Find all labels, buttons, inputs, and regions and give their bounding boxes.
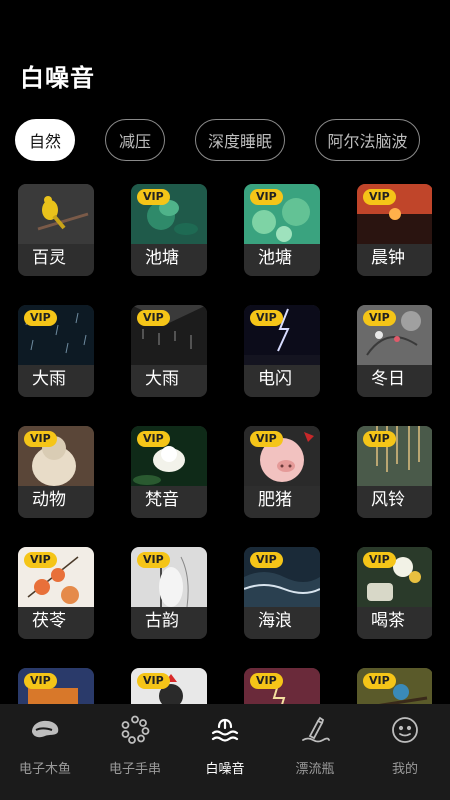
vip-badge: VIP xyxy=(363,673,396,689)
vip-badge: VIP xyxy=(24,552,57,568)
vip-badge: VIP xyxy=(24,310,57,326)
vip-badge: VIP xyxy=(137,310,170,326)
wave-sound-icon xyxy=(209,714,241,746)
sound-thumbnail xyxy=(18,184,94,244)
sound-card[interactable]: VIP 肥猪 xyxy=(244,426,320,518)
sound-card[interactable]: VIP 大雨 xyxy=(131,305,207,397)
tab-drift-bottle[interactable]: 漂流瓶 xyxy=(270,704,360,800)
chip-nature[interactable]: 自然 xyxy=(15,119,75,161)
chip-deep-sleep[interactable]: 深度睡眠 xyxy=(195,119,285,161)
sound-label: 风铃 xyxy=(371,490,405,510)
sound-card[interactable]: VIP 池塘 xyxy=(131,184,207,276)
sound-card[interactable]: VIP xyxy=(18,668,94,704)
page-title: 白噪音 xyxy=(20,64,95,92)
sound-label: 池塘 xyxy=(145,248,179,268)
sound-card[interactable]: VIP 晨钟 xyxy=(357,184,432,276)
sound-label: 喝茶 xyxy=(371,611,405,631)
tab-wooden-fish[interactable]: 电子木鱼 xyxy=(0,704,90,800)
tab-profile[interactable]: 我的 xyxy=(360,704,450,800)
vip-badge: VIP xyxy=(24,431,57,447)
sound-label: 大雨 xyxy=(145,369,179,389)
vip-badge: VIP xyxy=(250,431,283,447)
wooden-fish-icon xyxy=(29,714,61,746)
sound-card[interactable]: VIP 海浪 xyxy=(244,547,320,639)
tab-bead-bracelet[interactable]: 电子手串 xyxy=(90,704,180,800)
vip-badge: VIP xyxy=(137,431,170,447)
sound-label: 电闪 xyxy=(258,369,292,389)
bead-bracelet-icon xyxy=(119,714,151,746)
tab-white-noise[interactable]: 白噪音 xyxy=(180,704,270,800)
vip-badge: VIP xyxy=(137,673,170,689)
sound-grid: 百灵 VIP 池塘 VIP 池塘 VIP 晨钟 VIP 大雨 VIP 大雨 VIP 电闪 VIP 冬日 VIP… xyxy=(18,184,432,704)
vip-badge: VIP xyxy=(363,189,396,205)
vip-badge: VIP xyxy=(24,673,57,689)
sound-card[interactable]: VIP 动物 xyxy=(18,426,94,518)
vip-badge: VIP xyxy=(250,310,283,326)
sound-card[interactable]: VIP xyxy=(357,668,432,704)
sound-label: 冬日 xyxy=(371,369,405,389)
sound-label: 动物 xyxy=(32,490,66,510)
vip-badge: VIP xyxy=(250,189,283,205)
sound-card[interactable]: VIP 古韵 xyxy=(131,547,207,639)
tab-label: 我的 xyxy=(391,762,418,777)
sound-card[interactable]: VIP 电闪 xyxy=(244,305,320,397)
sound-card[interactable]: VIP 池塘 xyxy=(244,184,320,276)
sound-label: 池塘 xyxy=(258,248,292,268)
sound-card[interactable]: VIP 喝茶 xyxy=(357,547,432,639)
tab-label: 漂流瓶 xyxy=(295,762,335,777)
sound-label: 百灵 xyxy=(32,248,66,268)
drift-bottle-icon xyxy=(299,714,331,746)
sound-card[interactable]: VIP 冬日 xyxy=(357,305,432,397)
sound-label: 海浪 xyxy=(258,611,292,631)
category-chips: 自然 减压 深度睡眠 阿尔法脑波 xyxy=(15,119,420,161)
sound-label: 大雨 xyxy=(32,369,66,389)
sound-card[interactable]: VIP 梵音 xyxy=(131,426,207,518)
sound-label: 晨钟 xyxy=(371,248,405,268)
vip-badge: VIP xyxy=(363,310,396,326)
sound-card[interactable]: VIP xyxy=(131,668,207,704)
chip-relax[interactable]: 减压 xyxy=(105,119,165,161)
vip-badge: VIP xyxy=(363,552,396,568)
tab-label: 电子木鱼 xyxy=(18,762,71,777)
sound-label: 肥猪 xyxy=(258,490,292,510)
bottom-tab-bar: 电子木鱼 电子手串 白噪音 漂流瓶 我的 xyxy=(0,704,450,800)
vip-badge: VIP xyxy=(250,552,283,568)
sound-card[interactable]: VIP 风铃 xyxy=(357,426,432,518)
chip-alpha-waves[interactable]: 阿尔法脑波 xyxy=(315,119,420,161)
sound-label: 梵音 xyxy=(145,490,179,510)
sound-card[interactable]: 百灵 xyxy=(18,184,94,276)
sound-label: 古韵 xyxy=(145,611,179,631)
sound-card[interactable]: VIP xyxy=(244,668,320,704)
vip-badge: VIP xyxy=(137,189,170,205)
sound-card[interactable]: VIP 茯苓 xyxy=(18,547,94,639)
vip-badge: VIP xyxy=(250,673,283,689)
smiley-face-icon xyxy=(389,714,421,746)
tab-label: 电子手串 xyxy=(108,762,161,777)
vip-badge: VIP xyxy=(363,431,396,447)
tab-label: 白噪音 xyxy=(205,762,245,777)
vip-badge: VIP xyxy=(137,552,170,568)
sound-label: 茯苓 xyxy=(32,611,66,631)
sound-card[interactable]: VIP 大雨 xyxy=(18,305,94,397)
